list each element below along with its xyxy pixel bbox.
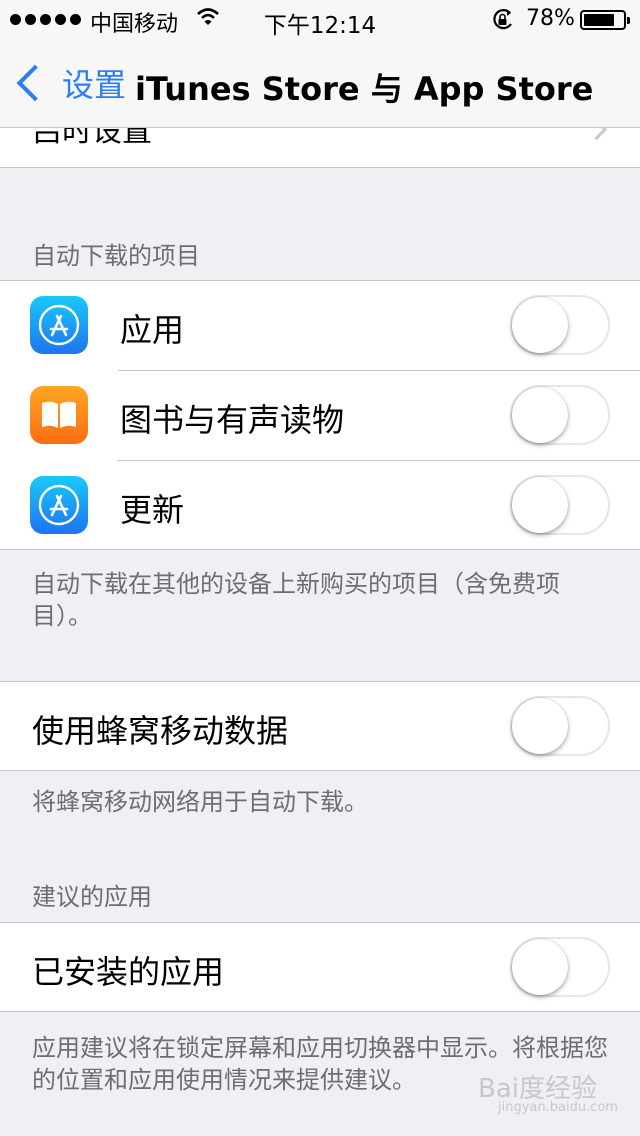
installed-apps-label: 已安装的应用 [32,953,225,991]
chevron-right-icon [585,128,608,141]
back-label: 设置 [62,66,127,104]
auto-download-label-apps: 应用 [120,311,185,349]
watermark-sub: jingyan.baidu.com [498,1100,618,1115]
section-header-suggested-apps: 建议的应用 [32,883,152,911]
installed-apps-row: 已安装的应用 [0,923,640,1011]
watermark: Bai度经验 jingyan.baidu.com [478,1068,618,1115]
auto-download-group: 应用 图书与有声读物 更新 [0,280,640,550]
toggle-knob [512,698,568,754]
books-icon [30,386,88,444]
cellular-group: 使用蜂窝移动数据 [0,681,640,771]
cellular-footer: 将蜂窝移动网络用于自动下载。 [32,788,368,816]
auto-download-label-books: 图书与有声读物 [120,401,345,439]
rotation-lock-icon [493,9,512,30]
back-button[interactable]: 设置 [14,60,126,106]
toggle-knob [512,939,568,995]
partial-settings-row[interactable]: 吕时设置 [0,128,640,168]
battery-fill [584,14,614,26]
page-title: iTunes Store 与 App Store [135,70,594,108]
toggle-knob [512,297,568,353]
suggested-apps-group: 已安装的应用 [0,922,640,1012]
battery-icon [580,10,630,30]
cellular-label: 使用蜂窝移动数据 [32,712,289,750]
books-toggle[interactable] [510,385,610,445]
cellular-toggle[interactable] [510,696,610,756]
section-header-auto-download: 自动下载的项目 [32,242,200,270]
toggle-knob [512,387,568,443]
toggle-knob [512,477,568,533]
installed-apps-toggle[interactable] [510,937,610,997]
auto-download-row-books: 图书与有声读物 [0,371,640,461]
partial-row-label: 吕时设置 [32,128,152,149]
auto-download-row-apps: 应用 [0,281,640,371]
auto-download-row-updates: 更新 [0,461,640,549]
auto-download-footer: 自动下载在其他的设备上新购买的项目（含免费项目）。 [32,570,560,630]
chevron-left-icon [16,64,54,102]
status-bar: 中国移动 下午12:14 78% [0,0,640,40]
cellular-row: 使用蜂窝移动数据 [0,682,640,770]
app-store-icon [30,296,88,354]
app-store-icon [30,476,88,534]
navigation-bar: 设置 iTunes Store 与 App Store [0,40,640,128]
updates-toggle[interactable] [510,475,610,535]
auto-download-label-updates: 更新 [120,491,185,529]
battery-percent: 78% [526,6,575,31]
apps-toggle[interactable] [510,295,610,355]
